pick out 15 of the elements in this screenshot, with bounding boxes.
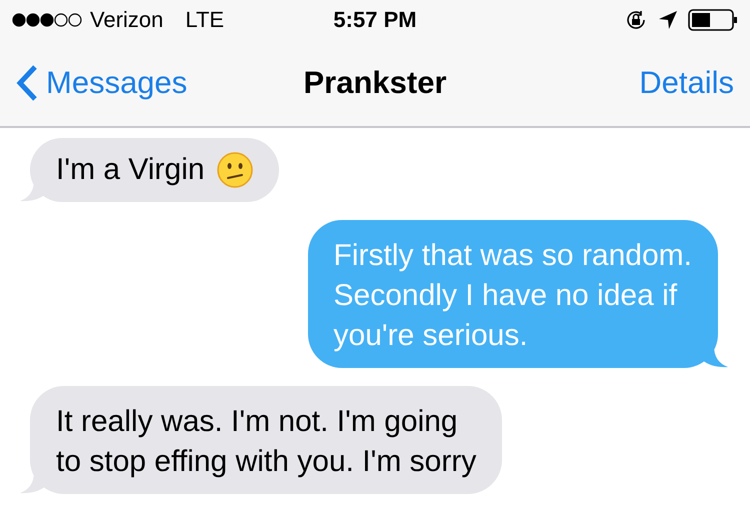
message-text: Firstly that was so random. Secondly I have no idea if you're serious. (334, 238, 692, 354)
rotation-lock-icon (624, 8, 648, 32)
signal-icon (12, 13, 82, 27)
network-type: LTE (185, 7, 224, 33)
conversation-title: Prankster (303, 65, 447, 101)
battery-icon (688, 9, 738, 31)
message-text: I'm a Virgin (56, 152, 205, 188)
details-button[interactable]: Details (639, 65, 734, 101)
back-chevron-icon (16, 64, 38, 102)
carrier-name: Verizon (90, 7, 164, 33)
location-arrow-icon (658, 10, 678, 30)
back-label[interactable]: Messages (46, 65, 188, 101)
message-text: It really was. I'm not. I'm going to stop effing with you. I'm sorry (56, 404, 476, 480)
back-button[interactable]: Messages (16, 64, 188, 102)
status-time: 5:57 PM (333, 7, 417, 33)
